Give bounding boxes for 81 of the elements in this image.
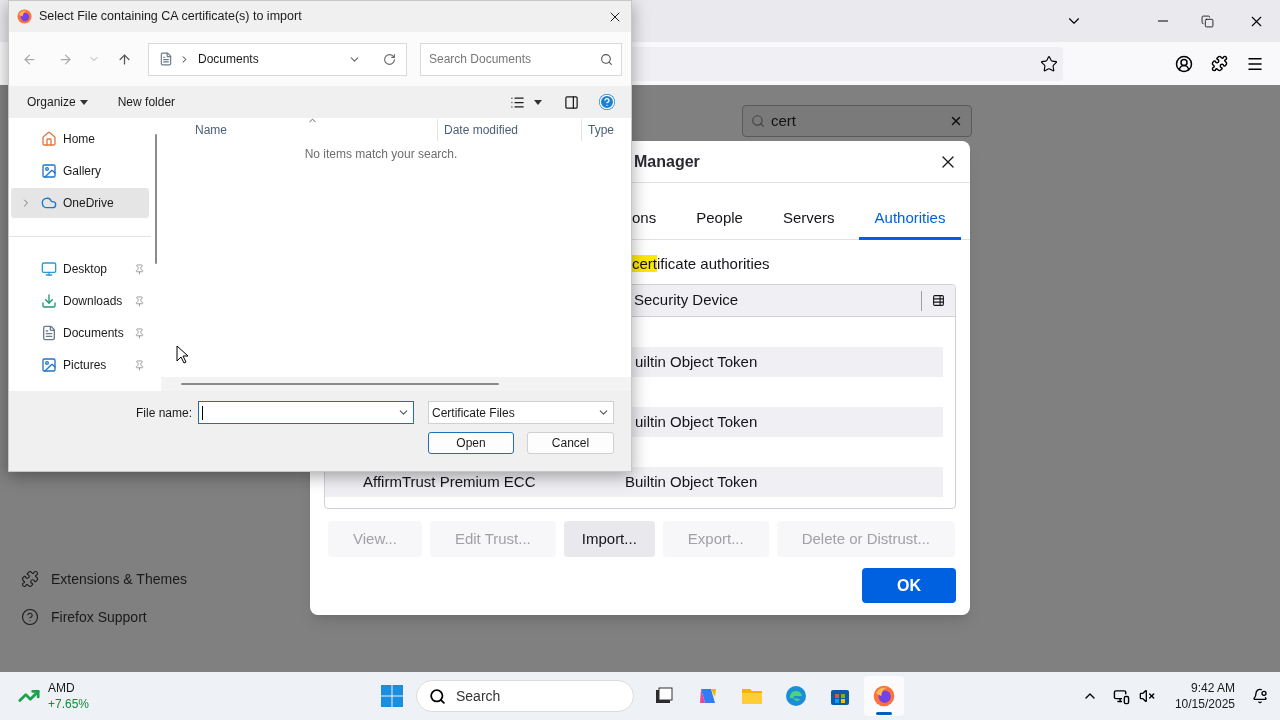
help-icon [21, 608, 39, 626]
download-icon [41, 293, 57, 309]
clock[interactable]: 9:42 AM 10/15/2025 [1174, 680, 1235, 712]
action-button[interactable]: Import... [563, 521, 655, 557]
stock-widget[interactable]: AMD +7.65% [18, 680, 90, 712]
file-name-label: File name: [135, 404, 192, 422]
browser-logo-icon [17, 9, 32, 24]
settings-search-field[interactable]: cert [742, 105, 972, 137]
search-field[interactable]: Search Documents [420, 42, 622, 76]
pin-icon [134, 359, 145, 371]
network-icon[interactable] [1112, 687, 1130, 705]
search-icon [429, 687, 446, 705]
document-icon [41, 325, 57, 341]
column-header[interactable]: Date modified [444, 121, 581, 139]
sidebar-item[interactable]: Documents [11, 318, 149, 348]
view-icon[interactable] [510, 94, 525, 110]
column-header[interactable]: Name [195, 121, 437, 139]
caret-icon [79, 99, 88, 105]
taskbar-search[interactable]: Search [416, 680, 634, 712]
column-header[interactable]: Type [588, 121, 614, 139]
sidebar-item[interactable]: Gallery [11, 156, 149, 186]
file-name-field[interactable] [198, 401, 414, 424]
tab[interactable]: People [680, 200, 759, 240]
restore-icon[interactable] [1201, 14, 1214, 28]
browser-app-icon [785, 685, 807, 707]
cursor-icon [176, 345, 188, 364]
folder-icon [741, 686, 763, 706]
start-icon[interactable] [380, 684, 404, 708]
preview-pane-icon[interactable] [564, 94, 579, 110]
extensions-icon[interactable] [1211, 55, 1228, 72]
search-icon [600, 52, 613, 66]
security-device: Builtin Object Token [625, 471, 758, 492]
search-icon [751, 114, 765, 128]
certificate-name: AffirmTrust Premium ECC [363, 472, 536, 490]
sidebar-item[interactable]: Downloads [11, 286, 149, 316]
extensions-icon [21, 570, 39, 588]
tab[interactable]: Servers [766, 200, 851, 240]
file-type-select[interactable]: Certificate Files [428, 401, 614, 424]
breadcrumb[interactable]: Documents [198, 50, 348, 68]
up-icon[interactable] [117, 51, 132, 67]
desktop-icon [41, 261, 57, 277]
sidebar-item[interactable]: Pictures [11, 350, 149, 380]
empty-message: No items match your search. [304, 146, 458, 163]
cloud-icon [41, 195, 57, 211]
description-text: certificate authorities [632, 253, 770, 274]
sidebar-item[interactable]: Home [11, 124, 149, 154]
clear-icon[interactable] [949, 114, 963, 128]
security-device: uiltin Object Token [634, 351, 758, 372]
security-device: uiltin Object Token [634, 411, 758, 432]
dialog-title: Manager [634, 151, 700, 172]
open-button[interactable]: Open [428, 432, 514, 454]
tab[interactable]: Authorities [858, 200, 962, 240]
pin-icon [134, 295, 145, 307]
picture-icon [41, 357, 57, 373]
sidebar-item[interactable]: OneDrive [11, 188, 149, 218]
bookmark-star-icon[interactable] [1040, 54, 1058, 73]
task-view-icon [654, 686, 674, 706]
help-icon[interactable] [599, 94, 615, 110]
ok-button[interactable]: OK [862, 568, 956, 603]
browser-logo-icon [873, 685, 895, 707]
pin-icon [134, 327, 145, 339]
column-picker-icon[interactable] [932, 294, 945, 307]
document-icon [159, 52, 173, 66]
new-folder-button[interactable]: New folder [109, 89, 184, 115]
account-icon[interactable] [1175, 54, 1193, 73]
table-row[interactable]: AffirmTrust Premium ECC Builtin Object Token [325, 467, 943, 497]
sidebar-link[interactable]: Firefox Support [19, 602, 310, 632]
volume-muted-icon[interactable] [1138, 688, 1155, 704]
cancel-button[interactable]: Cancel [527, 432, 614, 454]
notification-icon[interactable] [1252, 688, 1268, 704]
home-icon [41, 131, 57, 147]
caret-icon[interactable] [534, 99, 542, 105]
organize-menu[interactable]: Organize [19, 89, 96, 115]
refresh-icon[interactable] [383, 52, 396, 66]
gallery-icon [41, 163, 57, 179]
sidebar-item[interactable]: Desktop [11, 254, 149, 284]
address-bar[interactable]: Documents [148, 42, 407, 76]
dialog-title: Select File containing CA certificate(s) to import [39, 8, 303, 26]
sidebar-link[interactable]: Extensions & Themes [19, 564, 310, 594]
taskbar-app[interactable] [864, 676, 904, 716]
pin-icon [134, 263, 145, 275]
